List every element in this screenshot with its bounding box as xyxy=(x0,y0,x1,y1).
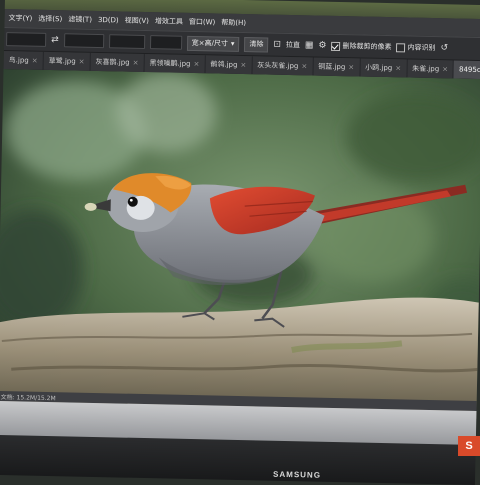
monitor-brand-logo: SAMSUNG xyxy=(273,469,322,480)
tab-document-active[interactable]: 8495cd20e7feeb6e xyxy=(453,60,480,81)
tab-label: 铜蓝.jpg xyxy=(318,62,346,72)
tab-document[interactable]: 灰头灰雀.jpg × xyxy=(252,56,314,76)
chevron-down-icon: ▾ xyxy=(230,39,235,48)
tab-label: 8495cd20e7feeb6e xyxy=(458,65,480,75)
menu-item-view[interactable]: 视图(V) xyxy=(125,16,149,27)
menu-item-filter[interactable]: 滤镜(T) xyxy=(68,14,92,24)
delete-cropped-box[interactable] xyxy=(331,41,341,51)
straighten-icon[interactable]: ⊡ xyxy=(273,39,281,49)
resolution-field[interactable] xyxy=(108,34,145,49)
swap-icon[interactable]: ⇄ xyxy=(51,35,59,45)
height-field[interactable] xyxy=(63,33,104,49)
close-icon[interactable]: × xyxy=(79,58,85,66)
delete-cropped-label: 删除裁剪的像素 xyxy=(342,42,392,52)
reset-icon[interactable]: ↺ xyxy=(440,43,448,53)
size-dropdown-label: 宽×高/尺寸 xyxy=(191,38,228,48)
menu-item-select[interactable]: 选择(S) xyxy=(38,14,62,24)
content-aware-label: 内容识别 xyxy=(407,43,436,53)
tab-label: 黑领噪鹛.jpg xyxy=(149,59,191,68)
menu-item-window[interactable]: 窗口(W) xyxy=(189,17,216,28)
watermark-letter: S xyxy=(465,440,473,452)
grid-overlay-icon[interactable]: ▦ xyxy=(305,40,314,50)
tab-document[interactable]: 小鸥.jpg × xyxy=(360,58,408,78)
tab-document[interactable]: 草鹭.jpg × xyxy=(43,51,91,71)
close-icon[interactable]: × xyxy=(32,57,38,65)
close-icon[interactable]: × xyxy=(240,61,246,69)
tab-document[interactable]: 铜蓝.jpg × xyxy=(313,57,361,77)
tab-label: 鹡鸰.jpg xyxy=(210,60,238,69)
tab-document[interactable]: 鸟.jpg × xyxy=(3,51,44,70)
document-size-readout: 文档: 15.2M/15.2M xyxy=(0,393,56,402)
tab-document[interactable]: 黑领噪鹛.jpg × xyxy=(144,53,206,74)
tab-label: 小鸥.jpg xyxy=(365,63,393,73)
tab-label: 灰喜鹊.jpg xyxy=(95,57,130,67)
gear-icon[interactable]: ⚙ xyxy=(318,40,326,50)
tab-label: 灰头灰雀.jpg xyxy=(257,61,299,71)
watermark-badge: S xyxy=(458,436,480,456)
width-field[interactable] xyxy=(6,32,47,47)
clear-button-label: 清除 xyxy=(249,40,264,49)
tab-label: 朱雀.jpg xyxy=(412,64,440,74)
unit-field[interactable] xyxy=(149,35,182,50)
close-icon[interactable]: × xyxy=(133,59,139,67)
photoshop-window: 文字(Y) 选择(S) 滤镜(T) 3D(D) 视图(V) 增效工具 窗口(W)… xyxy=(0,0,480,485)
tab-label: 鸟.jpg xyxy=(8,56,29,65)
close-icon[interactable]: × xyxy=(442,65,448,73)
tab-label: 草鹭.jpg xyxy=(48,56,76,66)
close-icon[interactable]: × xyxy=(348,63,354,71)
close-icon[interactable]: × xyxy=(301,62,307,70)
delete-cropped-checkbox[interactable]: 删除裁剪的像素 xyxy=(331,41,392,52)
tab-document[interactable]: 鹡鸰.jpg × xyxy=(205,55,253,75)
menu-item-3d[interactable]: 3D(D) xyxy=(98,16,119,24)
photo-canvas[interactable] xyxy=(0,68,480,420)
straighten-label[interactable]: 拉直 xyxy=(286,40,300,50)
menu-item-help[interactable]: 帮助(H) xyxy=(221,18,246,29)
menu-item-plugins[interactable]: 增效工具 xyxy=(155,16,183,27)
menu-item-type[interactable]: 文字(Y) xyxy=(8,13,33,23)
content-aware-checkbox[interactable]: 内容识别 xyxy=(396,42,436,53)
clear-button[interactable]: 清除 xyxy=(244,36,269,53)
tab-document[interactable]: 灰喜鹊.jpg × xyxy=(90,52,145,72)
close-icon[interactable]: × xyxy=(395,64,401,72)
size-dropdown[interactable]: 宽×高/尺寸 ▾ xyxy=(186,35,240,52)
close-icon[interactable]: × xyxy=(193,60,199,68)
tab-document[interactable]: 朱雀.jpg × xyxy=(406,59,455,79)
content-aware-box[interactable] xyxy=(396,42,406,52)
